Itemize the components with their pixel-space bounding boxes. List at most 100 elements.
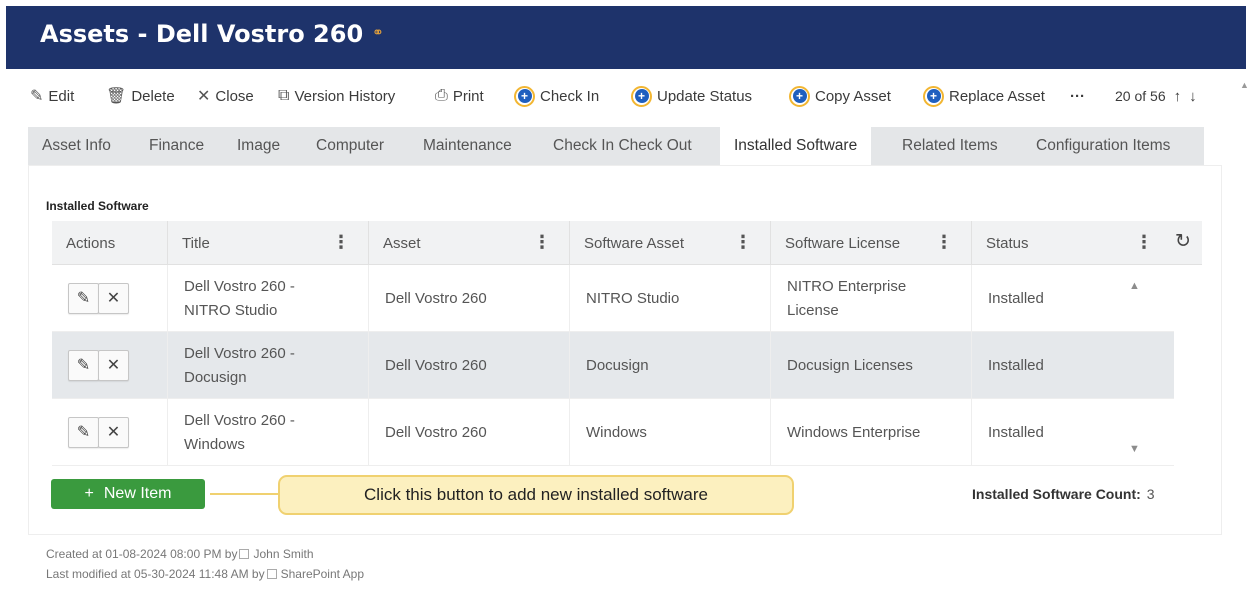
check-in-button[interactable]: + Check In: [514, 82, 599, 110]
tab-installed-software[interactable]: Installed Software: [720, 127, 872, 165]
created-text: Created at 01-08-2024 08:00 PM by: [46, 547, 238, 561]
pencil-icon: ✎: [76, 423, 91, 441]
column-menu-icon[interactable]: ⋮: [332, 232, 350, 253]
column-menu-icon[interactable]: ⋮: [1135, 232, 1153, 253]
modified-by[interactable]: SharePoint App: [281, 567, 364, 581]
page-scroll-up-icon[interactable]: ▲: [1240, 80, 1249, 90]
actions-cell: ✎ ✕: [52, 332, 168, 399]
title-cell: Dell Vostro 260 - Windows: [168, 399, 369, 466]
table-row: ✎ ✕ Dell Vostro 260 - Windows Dell Vostro…: [52, 399, 1174, 466]
close-icon: ✕: [106, 356, 121, 374]
update-status-button[interactable]: + Update Status: [631, 82, 752, 110]
more-button[interactable]: ···: [1070, 82, 1085, 110]
callout-tooltip: Click this button to add new installed s…: [278, 475, 794, 515]
trash-icon: 🗑: [106, 88, 127, 105]
title-line: Dell Vostro 260 -: [184, 411, 295, 429]
column-header-title[interactable]: Title ⋮: [168, 221, 369, 265]
close-label: Close: [215, 87, 254, 105]
version-history-icon: ⧉: [278, 87, 290, 104]
column-label: Status: [986, 234, 1029, 252]
column-header-status[interactable]: Status ⋮: [972, 221, 1167, 265]
count-value: 3: [1146, 486, 1155, 502]
arrow-down-icon[interactable]: ↓: [1189, 88, 1197, 105]
version-history-button[interactable]: ⧉ Version History: [278, 82, 395, 110]
tab-check-in-check-out[interactable]: Check In Check Out: [539, 127, 706, 165]
title-line: Dell Vostro 260 -: [184, 344, 295, 362]
tab-related-items[interactable]: Related Items: [888, 127, 1012, 165]
pencil-icon: ✎: [30, 88, 44, 105]
column-header-software-license[interactable]: Software License ⋮: [771, 221, 972, 265]
column-label: Asset: [383, 234, 421, 252]
update-status-label: Update Status: [657, 87, 753, 105]
count-label: Installed Software Count:: [972, 486, 1141, 502]
column-label: Software Asset: [584, 234, 685, 252]
replace-asset-button[interactable]: + Replace Asset: [923, 82, 1045, 110]
tab-configuration-items[interactable]: Configuration Items: [1022, 127, 1184, 165]
delete-button[interactable]: 🗑 Delete: [106, 82, 175, 110]
tab-finance[interactable]: Finance: [135, 127, 218, 165]
title-cell: Dell Vostro 260 - NITRO Studio: [168, 265, 369, 332]
column-header-asset[interactable]: Asset ⋮: [369, 221, 570, 265]
edit-row-button[interactable]: ✎: [68, 350, 99, 381]
software-asset-cell: NITRO Studio: [570, 265, 771, 332]
column-menu-icon[interactable]: ⋮: [734, 232, 752, 253]
print-icon: ⎙: [435, 87, 448, 104]
status-cell: Installed: [988, 289, 1044, 307]
license-line: NITRO Enterprise: [787, 277, 907, 295]
table-row: ✎ ✕ Dell Vostro 260 - NITRO Studio Dell V…: [52, 265, 1174, 332]
title-cell: Dell Vostro 260 - Docusign: [168, 332, 369, 399]
link-icon[interactable]: ⚭: [372, 24, 384, 41]
tab-maintenance[interactable]: Maintenance: [409, 127, 526, 165]
edit-row-button[interactable]: ✎: [68, 417, 99, 448]
modified-info: Last modified at 05-30-2024 11:48 AM by S…: [46, 567, 364, 581]
edit-label: Edit: [48, 87, 75, 105]
column-label: Actions: [66, 234, 116, 252]
column-header-software-asset[interactable]: Software Asset ⋮: [570, 221, 771, 265]
new-item-button[interactable]: + New Item: [51, 479, 205, 509]
close-button[interactable]: ✕ Close: [197, 82, 254, 110]
check-in-label: Check In: [540, 87, 600, 105]
replace-asset-label: Replace Asset: [949, 87, 1045, 105]
created-by[interactable]: John Smith: [253, 547, 313, 561]
title-line: Dell Vostro 260 -: [184, 277, 295, 295]
table-row: ✎ ✕ Dell Vostro 260 - Docusign Dell Vostr…: [52, 332, 1174, 399]
scroll-down-icon[interactable]: ▼: [1129, 443, 1140, 455]
software-license-cell: NITRO Enterprise License: [771, 265, 972, 332]
column-menu-icon[interactable]: ⋮: [935, 232, 953, 253]
asset-cell: Dell Vostro 260: [369, 399, 570, 466]
plus-circle-icon: +: [923, 85, 944, 107]
user-presence-icon: [266, 569, 277, 579]
software-asset-cell: Docusign: [570, 332, 771, 399]
modified-text: Last modified at 05-30-2024 11:48 AM by: [46, 567, 265, 581]
delete-row-button[interactable]: ✕: [98, 350, 129, 381]
asset-cell: Dell Vostro 260: [369, 332, 570, 399]
close-icon: ✕: [106, 423, 121, 441]
plus-icon: +: [84, 485, 94, 502]
software-asset-cell: Windows: [570, 399, 771, 466]
tab-asset-info[interactable]: Asset Info: [28, 127, 125, 165]
tab-computer[interactable]: Computer: [302, 127, 398, 165]
column-label: Title: [182, 234, 210, 252]
actions-cell: ✎ ✕: [52, 399, 168, 466]
refresh-icon[interactable]: ↻: [1175, 230, 1191, 253]
copy-asset-button[interactable]: + Copy Asset: [789, 82, 891, 110]
version-history-label: Version History: [294, 87, 396, 105]
arrow-up-icon[interactable]: ↑: [1174, 88, 1182, 105]
edit-row-button[interactable]: ✎: [68, 283, 99, 314]
pencil-icon: ✎: [76, 356, 91, 374]
tab-image[interactable]: Image: [223, 127, 294, 165]
asset-cell: Dell Vostro 260: [369, 265, 570, 332]
column-menu-icon[interactable]: ⋮: [533, 232, 551, 253]
page-title: Assets - Dell Vostro 260: [40, 20, 364, 48]
edit-button[interactable]: ✎ Edit: [30, 82, 74, 110]
scroll-up-icon[interactable]: ▲: [1129, 280, 1140, 292]
toolbar: ✎ Edit 🗑 Delete ✕ Close ⧉ Version Histor…: [30, 82, 1230, 110]
print-button[interactable]: ⎙ Print: [435, 82, 484, 110]
pencil-icon: ✎: [76, 289, 91, 307]
grid-header: Actions Title ⋮ Asset ⋮ Software Asset ⋮…: [52, 221, 1202, 265]
actions-cell: ✎ ✕: [52, 265, 168, 332]
delete-row-button[interactable]: ✕: [98, 417, 129, 448]
license-line: License: [787, 301, 839, 319]
page-header: Assets - Dell Vostro 260 ⚭: [6, 6, 1246, 69]
delete-row-button[interactable]: ✕: [98, 283, 129, 314]
